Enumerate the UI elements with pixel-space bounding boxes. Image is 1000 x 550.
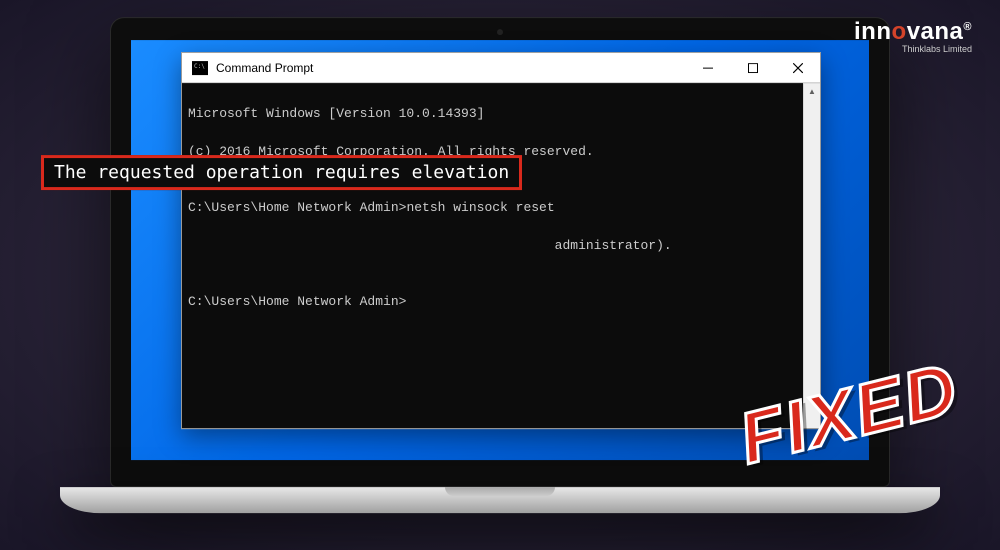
maximize-button[interactable]	[730, 53, 775, 82]
command-prompt-window: Command Prompt Microsoft Windows [Ve	[181, 52, 821, 429]
terminal-output[interactable]: Microsoft Windows [Version 10.0.14393] (…	[182, 83, 820, 428]
window-title: Command Prompt	[216, 61, 685, 75]
webcam-icon	[497, 29, 503, 35]
laptop-notch	[445, 487, 555, 496]
brand-logo: innovana® Thinklabs Limited	[854, 18, 972, 54]
minimize-button[interactable]	[685, 53, 730, 82]
close-button[interactable]	[775, 53, 820, 82]
prompt-path: C:\Users\Home Network Admin>	[188, 200, 406, 215]
typed-command: netsh winsock reset	[406, 200, 554, 215]
error-text: The requested operation requires elevati…	[54, 162, 509, 183]
window-titlebar[interactable]: Command Prompt	[182, 53, 820, 83]
terminal-line: C:\Users\Home Network Admin>	[188, 293, 814, 312]
window-controls	[685, 53, 820, 82]
laptop-base	[60, 487, 940, 513]
terminal-line: C:\Users\Home Network Admin>netsh winsoc…	[188, 199, 814, 218]
maximize-icon	[748, 63, 758, 73]
minimize-icon	[703, 63, 713, 73]
prompt-path: C:\Users\Home Network Admin>	[188, 294, 406, 309]
close-icon	[793, 63, 803, 73]
vertical-scrollbar[interactable]: ▲	[803, 83, 820, 428]
terminal-line: administrator).	[188, 237, 814, 256]
terminal-line: Microsoft Windows [Version 10.0.14393]	[188, 105, 814, 124]
scroll-up-icon[interactable]: ▲	[804, 83, 820, 100]
brand-name: innovana®	[854, 18, 972, 46]
cmd-icon	[192, 61, 208, 75]
error-highlight: The requested operation requires elevati…	[41, 155, 522, 190]
